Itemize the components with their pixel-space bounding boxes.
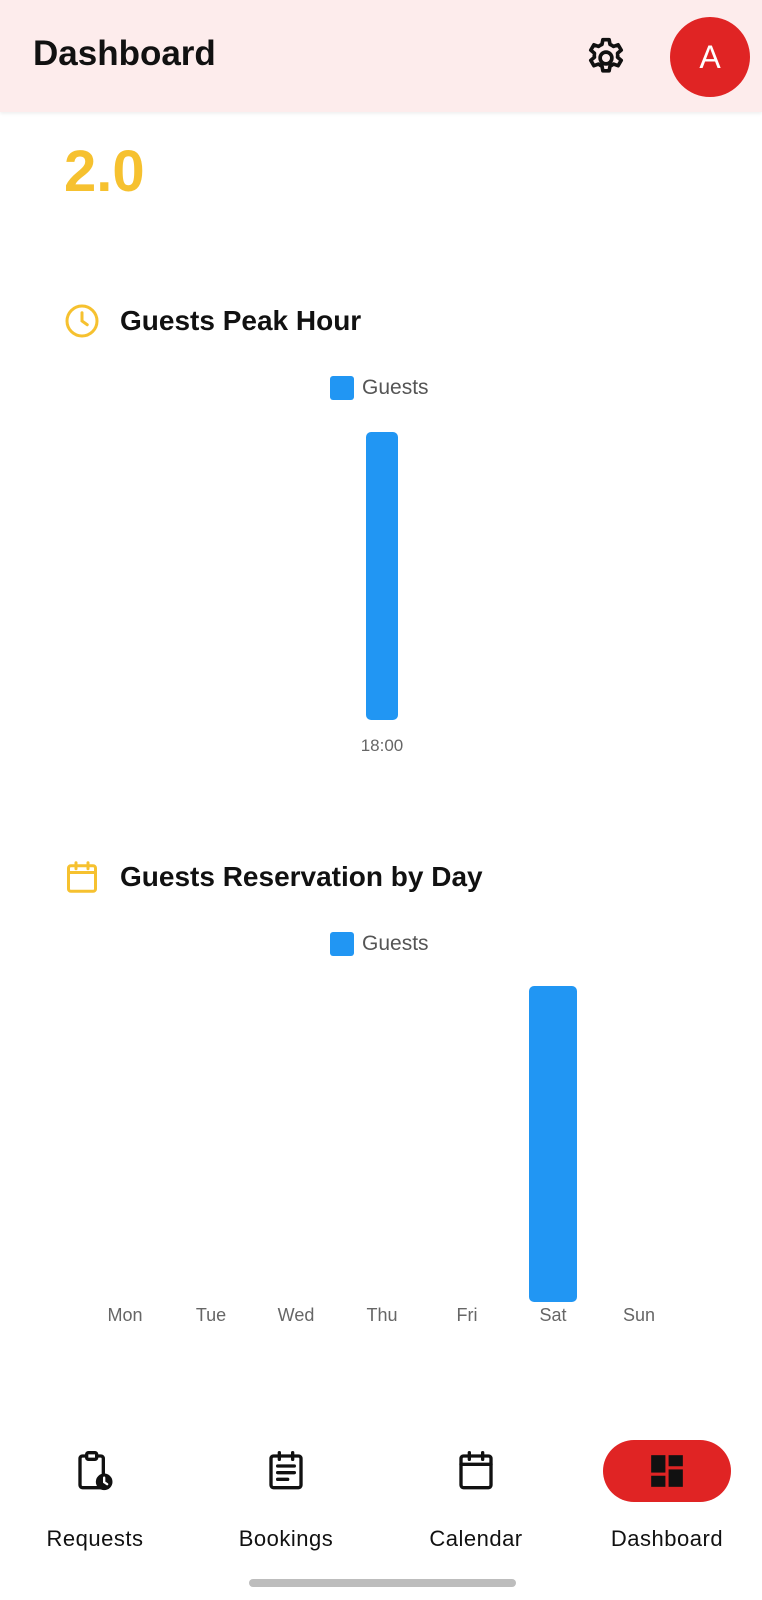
chart-bar-1800: [366, 432, 398, 720]
clock-icon: [64, 303, 100, 339]
x-tick-label: Tue: [196, 1305, 226, 1325]
peak-hour-chart: 18:00: [361, 432, 404, 755]
calendar-icon: [459, 1450, 493, 1490]
nav-item-dashboard[interactable]: Dashboard: [572, 1420, 762, 1551]
rating-value: 2.0: [64, 139, 145, 204]
gear-icon: [588, 37, 624, 73]
legend-swatch: [330, 932, 354, 956]
by-day-legend: Guests: [330, 932, 429, 956]
app-bar: Dashboard A: [0, 0, 762, 112]
x-tick-label: Sun: [623, 1305, 655, 1325]
x-tick-label: Sat: [539, 1305, 566, 1325]
nav-label: Calendar: [429, 1526, 523, 1551]
avatar-initial: A: [699, 38, 721, 75]
peak-hour-title: Guests Peak Hour: [120, 305, 362, 336]
nav-label: Dashboard: [610, 1526, 724, 1551]
x-tick-label: Fri: [457, 1305, 478, 1325]
nav-label: Requests: [46, 1526, 144, 1551]
x-tick-label: Mon: [107, 1305, 142, 1325]
nav-icon-container: [31, 1440, 159, 1502]
page-title: Dashboard: [33, 34, 216, 73]
legend-label: Guests: [362, 932, 429, 955]
nav-label: Bookings: [238, 1526, 334, 1551]
calendar-icon: [64, 859, 100, 895]
clipboard-clock-icon: [78, 1451, 113, 1491]
bookings-list-icon: [269, 1450, 303, 1490]
nav-item-calendar[interactable]: Calendar: [381, 1420, 571, 1551]
avatar[interactable]: A: [670, 17, 750, 97]
by-day-chart: Mon Tue Wed Thu Fri Sat Sun: [107, 986, 655, 1325]
nav-item-bookings[interactable]: Bookings: [191, 1420, 381, 1551]
peak-hour-legend: Guests: [330, 376, 429, 400]
nav-item-requests[interactable]: Requests: [0, 1420, 190, 1551]
by-day-title: Guests Reservation by Day: [120, 861, 483, 892]
nav-icon-container: [603, 1440, 731, 1502]
legend-swatch: [330, 376, 354, 400]
nav-icon-container: [222, 1440, 350, 1502]
x-tick-label: 18:00: [361, 736, 404, 755]
chart-bar-sat: [529, 986, 577, 1302]
x-tick-label: Wed: [278, 1305, 315, 1325]
nav-icon-container: [412, 1440, 540, 1502]
x-tick-label: Thu: [366, 1305, 397, 1325]
bottom-navigation: Requests Bookings Calendar Dashboard: [0, 1420, 762, 1551]
settings-button[interactable]: [584, 36, 628, 80]
legend-label: Guests: [362, 376, 429, 399]
dashboard-icon: [651, 1455, 683, 1487]
home-indicator: [249, 1579, 516, 1587]
